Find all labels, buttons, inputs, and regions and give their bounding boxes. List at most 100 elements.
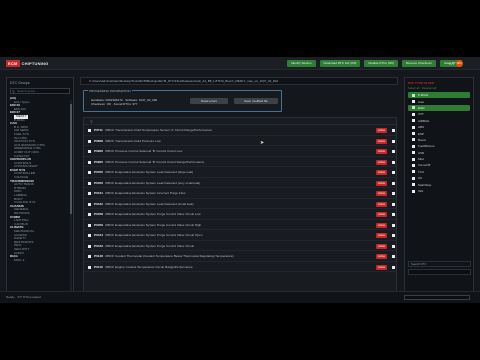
filter-checkbox[interactable]: [412, 112, 415, 116]
row-checkbox[interactable]: [88, 171, 91, 174]
filter-checkbox[interactable]: [412, 93, 415, 97]
search-icon[interactable]: ⚲: [90, 119, 93, 124]
dtc-row[interactable]: P0711 OBDII: Transmission Fluid Temperatu…: [84, 125, 396, 136]
dtc-status-badge[interactable]: Active: [376, 212, 388, 217]
filter-checkbox[interactable]: [412, 157, 415, 161]
row-checkbox[interactable]: [88, 139, 91, 143]
filter-item-label: VVT: [418, 112, 424, 117]
dtc-row[interactable]: P0442 OBDII: Evaporative Emission System …: [84, 199, 396, 209]
language-label[interactable]: EN: [449, 62, 454, 66]
row-select-checkbox[interactable]: [392, 192, 395, 195]
row-select-checkbox[interactable]: [392, 244, 395, 248]
filter-checkbox[interactable]: [412, 119, 415, 123]
dtc-status-badge[interactable]: Active: [376, 170, 388, 175]
row-checkbox[interactable]: [88, 150, 91, 153]
dtc-description: OBDII: Evaporative Emission System Purge…: [105, 243, 195, 248]
row-checkbox[interactable]: [88, 244, 91, 248]
filter-item[interactable]: Auto: [408, 98, 470, 104]
dtc-row[interactable]: P0868 OBDII: Transmission Fluid Pressure …: [84, 136, 396, 146]
row-checkbox[interactable]: [88, 160, 91, 164]
dtc-status-badge[interactable]: Active: [376, 128, 388, 133]
dtc-status-badge[interactable]: Active: [376, 243, 388, 249]
row-checkbox[interactable]: [88, 192, 91, 195]
filter-checkbox[interactable]: [412, 106, 415, 110]
filter-checkbox[interactable]: [412, 144, 415, 148]
dtc-row[interactable]: P0455 OBDII: Evaporative Emission System …: [84, 167, 396, 178]
filter-checkbox[interactable]: [412, 170, 415, 174]
filter-item-label: Boost: [418, 137, 426, 142]
dtc-row[interactable]: P0965 OBDII: Pressure Control Solenoid 'B…: [84, 157, 396, 167]
toolbar-button[interactable]: Identify Section: [287, 60, 316, 67]
dtc-row[interactable]: P0966 OBDII: Pressure Control Solenoid 'B…: [84, 146, 396, 157]
read-errors-button[interactable]: Read errors: [190, 98, 228, 104]
row-checkbox[interactable]: [88, 213, 91, 216]
dtc-group-sidebar: DTC Groups ⚲ Search group... (All) ECU Ty…: [6, 77, 74, 301]
dtc-status-badge[interactable]: Active: [376, 254, 388, 259]
row-select-checkbox[interactable]: [392, 255, 395, 258]
dtc-status-badge[interactable]: Active: [376, 222, 388, 228]
user-avatar[interactable]: EN: [455, 60, 463, 67]
row-select-checkbox[interactable]: [392, 202, 395, 206]
logo: ECM CHIPTUNING: [6, 60, 48, 67]
dtc-status-badge[interactable]: Active: [376, 138, 388, 144]
file-path-field[interactable]: C:\Users\Administrator\Desktop\Tools\ECM…: [80, 77, 398, 85]
row-select-checkbox[interactable]: [392, 265, 395, 269]
dtc-filter-panel: DTC TYPE FILTER Select all · Deselect al…: [404, 77, 474, 301]
row-checkbox[interactable]: [88, 265, 91, 269]
row-checkbox[interactable]: [88, 129, 91, 132]
toolbar-button[interactable]: Download DTC List (0/0): [319, 60, 361, 67]
dtc-row[interactable]: P0458 OBDII: Evaporative Emission System …: [84, 209, 396, 220]
dtc-row[interactable]: P0459 OBDII: Evaporative Emission System …: [84, 220, 396, 230]
row-checkbox[interactable]: [88, 202, 91, 206]
row-select-checkbox[interactable]: [392, 150, 395, 153]
filter-checkbox[interactable]: [412, 138, 415, 142]
dtc-row[interactable]: P0456 OBDII: Evaporative Emission System …: [84, 178, 396, 188]
dtc-row[interactable]: P0128 OBDII: Coolant Thermostat (Coolant …: [84, 251, 396, 262]
dtc-row[interactable]: P0441 OBDII: Evaporative Emission System …: [84, 188, 396, 199]
save-file-button[interactable]: Save modified file: [234, 98, 278, 104]
row-checkbox[interactable]: [88, 255, 91, 258]
dtc-code: P0966: [94, 149, 103, 153]
dtc-status-badge[interactable]: Active: [376, 233, 388, 238]
row-select-checkbox[interactable]: [392, 160, 395, 164]
row-select-checkbox[interactable]: [392, 213, 395, 216]
filter-checkbox[interactable]: [412, 132, 415, 136]
dtc-status-badge[interactable]: Active: [376, 180, 388, 186]
row-select-checkbox[interactable]: [392, 223, 395, 227]
filter-item[interactable]: IGN: [408, 188, 470, 194]
row-checkbox[interactable]: [88, 181, 91, 185]
filter-checkbox[interactable]: [412, 163, 415, 167]
dtc-description: OBDII: Transmission Fluid Temperature Se…: [105, 128, 213, 132]
filter-items: P-DIAG Auto EGR VVT AIRBAG ABS ESP Boost Fuel/Mi…: [405, 92, 473, 194]
row-select-checkbox[interactable]: [392, 234, 395, 237]
group-search-input[interactable]: ⚲ Search group...: [10, 88, 70, 94]
status-text: Ready · 377 DTCs loaded: [6, 295, 41, 299]
dtc-search-input[interactable]: [408, 269, 471, 275]
row-checkbox[interactable]: [88, 234, 91, 237]
filter-checkbox[interactable]: [412, 100, 415, 104]
dtc-status-badge[interactable]: Active: [376, 201, 388, 207]
filter-checkbox[interactable]: [412, 189, 415, 193]
sidebar-scrollbar[interactable]: [70, 100, 72, 300]
filter-checkbox[interactable]: [412, 151, 415, 155]
dtc-row[interactable]: P0444 OBDII: Evaporative Emission System …: [84, 230, 396, 241]
dtc-row[interactable]: P0116 OBDII: Engine Coolant Temperature C…: [84, 262, 396, 272]
sidebar-tree-item[interactable]: MISC 2: [7, 258, 73, 263]
dtc-status-badge[interactable]: Active: [376, 191, 388, 196]
toolbar-button[interactable]: Remove Checksum: [401, 60, 437, 67]
row-select-checkbox[interactable]: [392, 181, 395, 185]
dtc-code: P0443: [94, 243, 103, 248]
dtc-status-badge[interactable]: Active: [376, 159, 388, 165]
filter-checkbox[interactable]: [412, 183, 415, 187]
scrollbar-thumb[interactable]: [70, 104, 72, 214]
filter-checkbox[interactable]: [412, 125, 415, 129]
row-checkbox[interactable]: [88, 223, 91, 227]
dtc-row[interactable]: P0443 OBDII: Evaporative Emission System …: [84, 241, 396, 251]
row-select-checkbox[interactable]: [392, 171, 395, 174]
toolbar-button[interactable]: Disable DTCs (0/0): [364, 60, 398, 67]
dtc-status-badge[interactable]: Active: [376, 149, 388, 154]
row-select-checkbox[interactable]: [392, 139, 395, 143]
dtc-status-badge[interactable]: Active: [376, 264, 388, 270]
filter-checkbox[interactable]: [412, 176, 415, 180]
row-select-checkbox[interactable]: [392, 129, 395, 132]
